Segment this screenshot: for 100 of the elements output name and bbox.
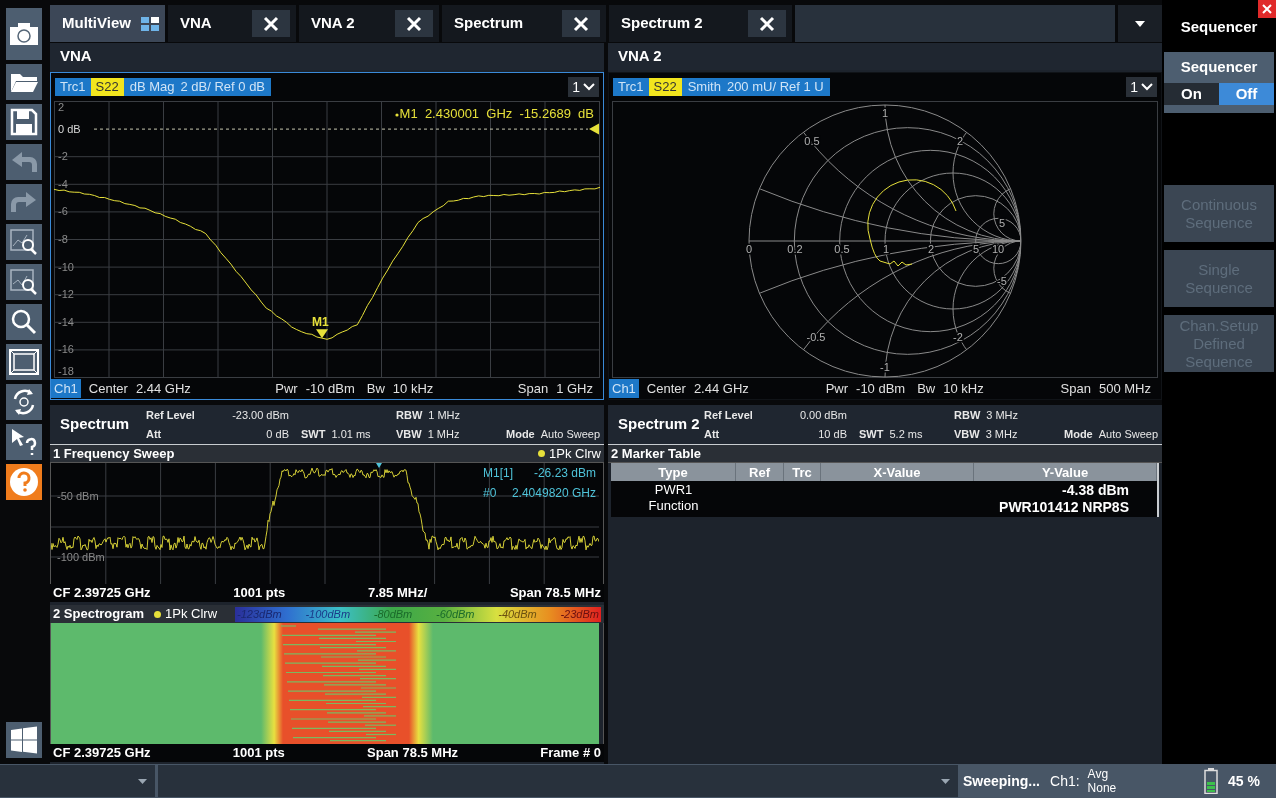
dropdown-arrow-icon bbox=[138, 778, 147, 784]
setting-label: Ref Level bbox=[146, 407, 195, 423]
trace-name: Trc1 bbox=[59, 78, 87, 97]
setting-label: SWT bbox=[859, 427, 884, 442]
panel-title: VNA 2 bbox=[618, 46, 662, 67]
setting-value: Auto Sweep bbox=[540, 427, 601, 442]
trace-scale: 200 mU/ Ref 1 U bbox=[726, 78, 825, 97]
zoom-chart-icon bbox=[9, 268, 39, 296]
tab[interactable]: Spectrum 2 bbox=[609, 5, 792, 42]
axis-label: -14 bbox=[58, 315, 74, 328]
close-tab-button[interactable] bbox=[562, 10, 600, 37]
panel-title: Sequencer bbox=[1180, 17, 1258, 36]
panel-title: Spectrum bbox=[59, 414, 131, 435]
setting-value: Auto Sweep bbox=[1098, 427, 1159, 442]
setting-label: RBW bbox=[954, 407, 981, 423]
setting-value: 0.00 dBm bbox=[799, 407, 847, 423]
average-label: Avg bbox=[1087, 767, 1110, 781]
tab[interactable]: MultiView bbox=[50, 5, 165, 42]
setting-label: RBW bbox=[396, 407, 423, 423]
setting-label: VBW bbox=[954, 427, 980, 442]
column-header: X-Value bbox=[821, 463, 974, 481]
footer-text: 1001 pts bbox=[232, 744, 285, 763]
marker-triangle bbox=[376, 463, 382, 468]
tab[interactable]: VNA 2 bbox=[299, 5, 439, 42]
close-button[interactable] bbox=[1258, 0, 1276, 18]
trace-scale: 2 dB/ Ref 0 dB bbox=[180, 78, 267, 97]
close-icon bbox=[1262, 4, 1272, 14]
table-cell: Function bbox=[648, 498, 699, 514]
dropdown-field[interactable] bbox=[158, 765, 958, 797]
setting-value: 5.2 ms bbox=[889, 427, 923, 442]
setting-value: -10 dBm bbox=[856, 379, 906, 398]
toolbar-button[interactable] bbox=[6, 224, 42, 260]
help-button[interactable] bbox=[6, 464, 42, 500]
dropdown-field[interactable] bbox=[0, 765, 155, 797]
scale-label: -40dBm bbox=[498, 606, 537, 622]
column-header: Type bbox=[611, 463, 736, 481]
multiview-grid-icon bbox=[141, 16, 159, 31]
pointer-help-icon bbox=[9, 427, 39, 457]
tab[interactable]: Spectrum bbox=[442, 5, 606, 42]
setting-value: -10 dBm bbox=[305, 379, 355, 398]
toolbar-button[interactable] bbox=[6, 304, 42, 340]
table-cell: -4.38 dBm bbox=[1062, 482, 1129, 499]
toolbar-button[interactable] bbox=[6, 264, 42, 300]
window-title: 1 Frequency Sweep bbox=[53, 444, 175, 463]
fullscreen-icon bbox=[9, 349, 39, 375]
setting-label: Span bbox=[517, 379, 549, 398]
footer-text: 1001 pts bbox=[233, 584, 286, 603]
footer-text: Span 78.5 MHz bbox=[367, 744, 459, 763]
trace-format: dB Mag bbox=[128, 78, 176, 97]
chevron-down-icon bbox=[1141, 83, 1153, 91]
setting-value: 2.44 GHz bbox=[693, 379, 749, 398]
sequencer-toggle[interactable]: Sequencer On Off bbox=[1164, 52, 1274, 113]
setting-label: Mode bbox=[506, 427, 535, 442]
axis-label: -2 bbox=[58, 150, 68, 163]
chevron-down-icon bbox=[583, 83, 595, 91]
toolbar-button[interactable] bbox=[6, 8, 42, 60]
trace-format: Smith bbox=[686, 78, 722, 97]
setting-value: 1.01 ms bbox=[331, 427, 371, 442]
trace-dot-icon bbox=[538, 450, 545, 457]
setting-value: 0 dB bbox=[266, 427, 289, 442]
axis-label: -10 bbox=[58, 260, 74, 273]
save-icon bbox=[10, 108, 38, 136]
footer-text: CF 2.39725 GHz bbox=[53, 584, 151, 603]
toolbar-button[interactable] bbox=[6, 64, 42, 100]
close-icon bbox=[759, 15, 775, 32]
close-tab-button[interactable] bbox=[748, 10, 786, 37]
tab[interactable]: VNA bbox=[168, 5, 296, 42]
axis-label: 2 bbox=[956, 135, 964, 147]
tab-menu-button[interactable] bbox=[1118, 5, 1162, 42]
footer-text: Frame # 0 bbox=[540, 744, 601, 763]
panel-title: VNA bbox=[60, 46, 92, 67]
channel-badge: Ch1 bbox=[51, 378, 81, 399]
close-icon bbox=[406, 15, 422, 32]
channel-selector[interactable]: 1 bbox=[1126, 77, 1157, 97]
setting-value: 10 dB bbox=[818, 427, 847, 442]
setting-value: 10 kHz bbox=[943, 379, 984, 398]
axis-label: -5 bbox=[997, 275, 1007, 287]
channel-selector[interactable]: 1 bbox=[568, 77, 599, 97]
setting-value: 1 MHz bbox=[427, 427, 460, 442]
axis-label: 1 bbox=[882, 243, 890, 255]
close-tab-button[interactable] bbox=[252, 10, 290, 37]
toggle-option[interactable]: On bbox=[1164, 83, 1219, 105]
toolbar-button[interactable] bbox=[6, 424, 42, 460]
windows-icon bbox=[10, 726, 38, 754]
dropdown-arrow-icon bbox=[941, 778, 950, 784]
toolbar-button[interactable] bbox=[6, 344, 42, 380]
toolbar-button[interactable] bbox=[6, 384, 42, 420]
window-title: 2 Marker Table bbox=[611, 444, 702, 463]
close-tab-button[interactable] bbox=[395, 10, 433, 37]
setting-value: 2.44 GHz bbox=[135, 379, 191, 398]
footer-text: 7.85 MHz/ bbox=[368, 584, 428, 603]
toggle-option[interactable]: Off bbox=[1219, 83, 1274, 105]
toolbar-button[interactable] bbox=[6, 104, 42, 140]
start-button[interactable] bbox=[6, 722, 42, 758]
status-message: Sweeping... bbox=[963, 771, 1040, 791]
scale-label: -60dBm bbox=[436, 606, 475, 622]
channel-label: Ch1: bbox=[1050, 771, 1080, 791]
axis-label: 0 dB bbox=[58, 122, 81, 135]
axis-label: 0.2 bbox=[787, 243, 803, 255]
battery-icon bbox=[1204, 768, 1219, 794]
